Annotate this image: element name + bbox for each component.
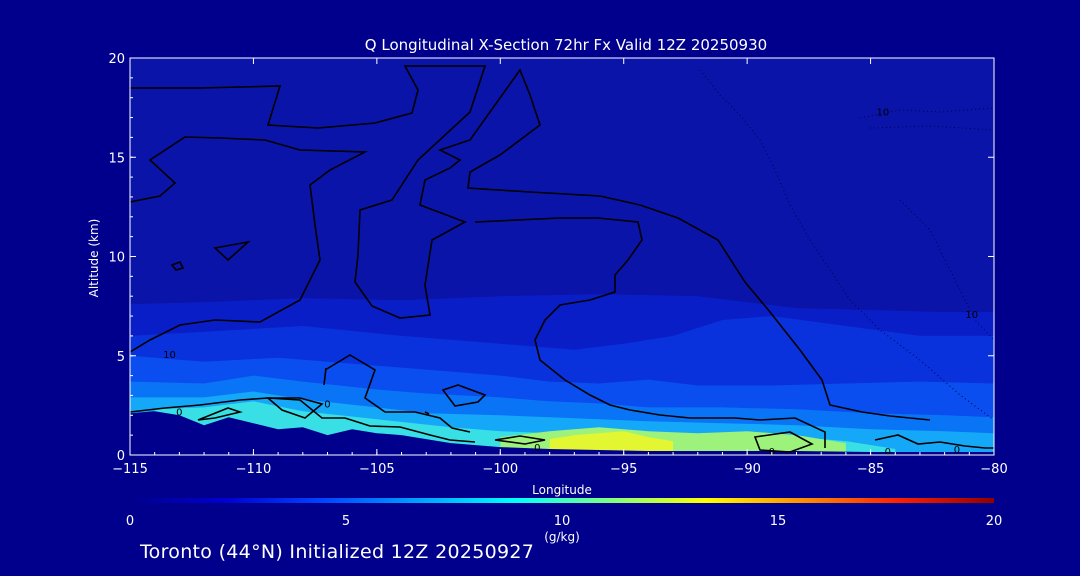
contour-label: 10 — [965, 310, 978, 321]
x-tick-label: −95 — [610, 462, 637, 477]
colorbar-tick-label: 10 — [554, 514, 571, 529]
colorbar-tick-label: 0 — [126, 514, 134, 529]
x-tick-label: −105 — [359, 462, 395, 477]
x-tick-label: −90 — [733, 462, 760, 477]
y-tick-label: 10 — [108, 251, 125, 266]
colorbar-tick-label: 15 — [770, 514, 787, 529]
cross-section-chart: 10 10 10 0 0 0 0 0 0 Q Longitudinal X-Section 72… — [87, 36, 1008, 544]
y-tick-label: 5 — [117, 350, 125, 365]
y-tick-label: 15 — [108, 151, 125, 166]
y-tick-label: 20 — [108, 52, 125, 67]
colorbar — [130, 498, 994, 503]
colorbar-tick-label: 20 — [986, 514, 1003, 529]
y-axis-label: Altitude (km) — [87, 219, 101, 298]
colorbar-tick-label: 5 — [342, 514, 350, 529]
contour-label: 0 — [954, 445, 960, 456]
footer-text: Toronto (44°N) Initialized 12Z 20250927 — [140, 541, 535, 563]
colorbar-units: (g/kg) — [544, 530, 580, 544]
contour-label: 0 — [176, 407, 182, 418]
chart-title: Q Longitudinal X-Section 72hr Fx Valid 1… — [365, 36, 767, 54]
x-tick-label: −80 — [980, 462, 1007, 477]
contour-label: 10 — [877, 108, 890, 119]
x-tick-label: −85 — [857, 462, 884, 477]
x-tick-label: −115 — [112, 462, 148, 477]
contour-label: 0 — [885, 447, 891, 458]
contour-label: 10 — [163, 350, 176, 361]
x-tick-label: −110 — [236, 462, 272, 477]
colorbar-ticks: 0 5 10 15 20 — [126, 514, 1002, 529]
y-tick-label: 0 — [117, 449, 125, 464]
x-tick-label: −100 — [482, 462, 518, 477]
contour-label: 0 — [324, 399, 330, 410]
x-axis-label: Longitude — [532, 483, 592, 497]
contour-label: 0 — [534, 443, 540, 454]
